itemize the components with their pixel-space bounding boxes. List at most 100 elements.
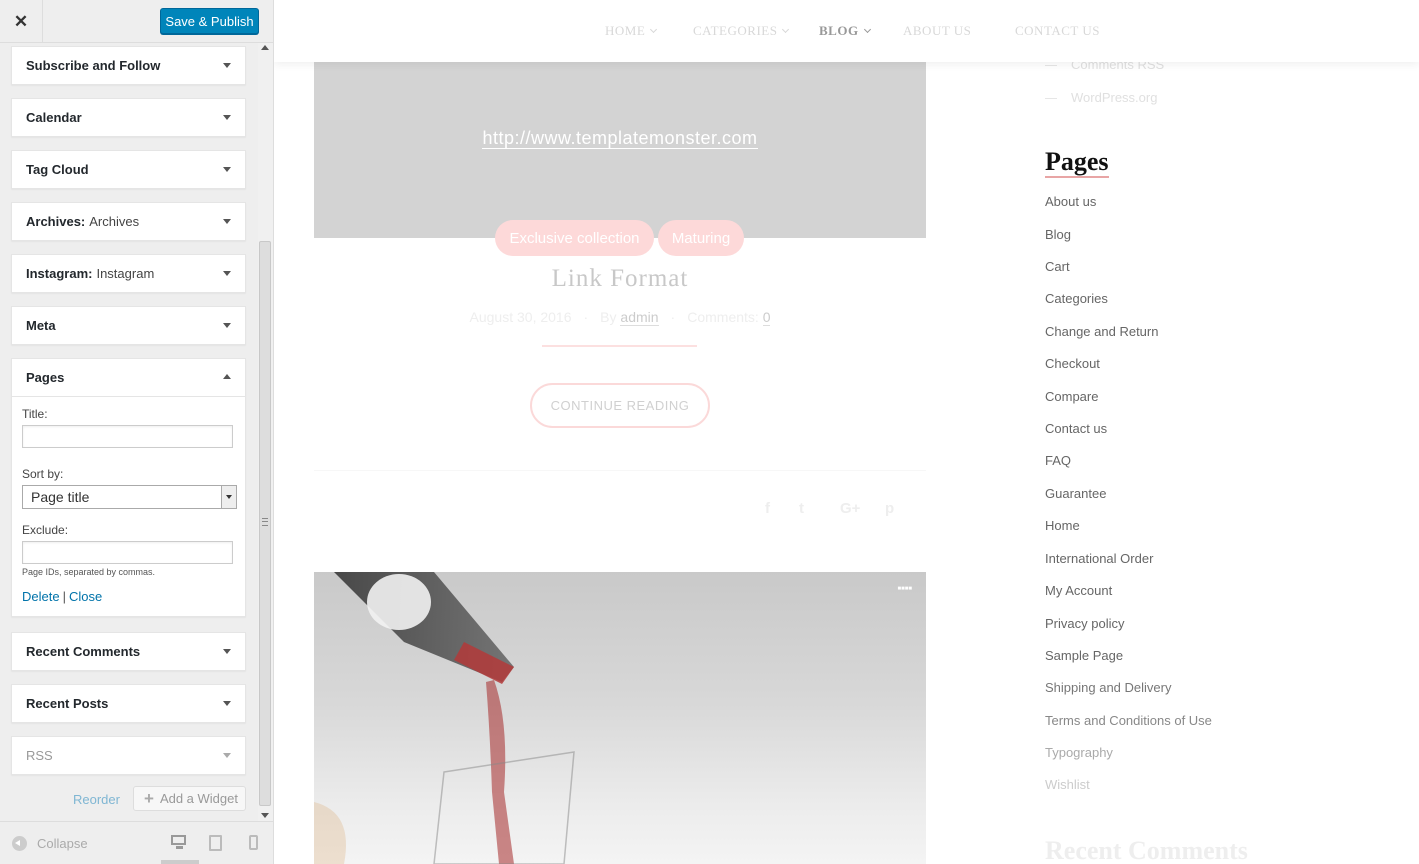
page-link[interactable]: Guarantee [1045, 486, 1106, 501]
widget-rss[interactable]: RSS [11, 736, 246, 775]
widget-recent-posts[interactable]: Recent Posts [11, 684, 246, 723]
nav-home[interactable]: HOME [605, 23, 658, 39]
widget-archives[interactable]: Archives: Archives [11, 202, 246, 241]
page-link[interactable]: International Order [1045, 551, 1153, 566]
page-link[interactable]: Privacy policy [1045, 616, 1124, 631]
expand-arrow-icon[interactable] [223, 323, 231, 328]
exclude-help-text: Page IDs, separated by commas. [22, 567, 156, 577]
site-preview: HOME CATEGORIES BLOG ABOUT US CONTACT US… [274, 0, 1419, 864]
page-link[interactable]: Checkout [1045, 356, 1100, 371]
expand-arrow-icon[interactable] [223, 753, 231, 758]
widget-header[interactable]: Archives: Archives [12, 203, 245, 240]
post-image-wine[interactable]: ■■■■ [314, 572, 926, 864]
nav-contact-us[interactable]: CONTACT US [1015, 23, 1100, 39]
page-link[interactable]: Home [1045, 518, 1080, 533]
page-link[interactable]: Cart [1045, 259, 1070, 274]
facebook-icon[interactable]: f [765, 500, 770, 517]
pinterest-icon[interactable]: p [885, 500, 894, 517]
title-input[interactable] [22, 425, 233, 448]
widget-recent-comments[interactable]: Recent Comments [11, 632, 246, 671]
post-link-url[interactable]: http://www.templatemonster.com [314, 128, 926, 149]
author-link[interactable]: admin [620, 309, 659, 326]
close-link[interactable]: Close [69, 589, 102, 604]
post-link-banner: http://www.templatemonster.com [314, 62, 926, 238]
widget-instagram[interactable]: Instagram: Instagram [11, 254, 246, 293]
widget-header[interactable]: Subscribe and Follow [12, 47, 245, 84]
page-link[interactable]: Typography [1045, 745, 1113, 760]
page-link[interactable]: About us [1045, 194, 1096, 209]
panel-scrollbar[interactable] [258, 43, 273, 821]
expand-arrow-icon[interactable] [223, 219, 231, 224]
expand-arrow-icon[interactable] [223, 271, 231, 276]
page-link[interactable]: Change and Return [1045, 324, 1158, 339]
expand-arrow-icon[interactable] [223, 115, 231, 120]
page-link[interactable]: Terms and Conditions of Use [1045, 713, 1212, 728]
tag-exclusive-collection[interactable]: Exclusive collection [495, 220, 654, 256]
expand-arrow-icon[interactable] [223, 649, 231, 654]
page-link[interactable]: Sample Page [1045, 648, 1123, 663]
expand-arrow-icon[interactable] [223, 63, 231, 68]
widget-actions: Delete | Close [22, 589, 231, 604]
widget-header[interactable]: Recent Comments [12, 633, 245, 670]
expand-arrow-icon[interactable] [223, 701, 231, 706]
delete-link[interactable]: Delete [22, 589, 60, 604]
widget-meta[interactable]: Meta [11, 306, 246, 345]
scroll-down-arrow-icon[interactable] [261, 813, 269, 818]
add-widget-button[interactable]: + Add a Widget [133, 786, 246, 811]
desktop-preview-icon[interactable] [171, 835, 187, 851]
widget-header[interactable]: Pages [12, 359, 245, 396]
reorder-link[interactable]: Reorder [73, 792, 120, 807]
by-label: By [600, 309, 617, 325]
twitter-icon[interactable]: t [799, 500, 804, 517]
nav-categories[interactable]: CATEGORIES [693, 23, 790, 39]
comments-label: Comments: [687, 309, 759, 325]
widget-subtitle: Instagram [96, 266, 155, 281]
widgets-panel: Subscribe and Follow Calendar Tag Cloud … [0, 43, 273, 821]
widget-title: Subscribe and Follow [26, 58, 161, 73]
chevron-down-icon [650, 25, 658, 34]
collapse-button[interactable]: Collapse [12, 836, 88, 851]
sort-by-select[interactable]: Page title [22, 485, 237, 509]
comments-count-link[interactable]: 0 [762, 309, 771, 326]
widget-tag-cloud[interactable]: Tag Cloud [11, 150, 246, 189]
page-link[interactable]: Wishlist [1045, 777, 1090, 792]
collapse-arrow-icon [12, 836, 27, 851]
widget-header[interactable]: Meta [12, 307, 245, 344]
tag-maturing[interactable]: Maturing [658, 220, 744, 256]
page-link[interactable]: Contact us [1045, 421, 1107, 436]
page-link[interactable]: Categories [1045, 291, 1108, 306]
collapse-arrow-icon[interactable] [223, 374, 231, 379]
widget-header[interactable]: Instagram: Instagram [12, 255, 245, 292]
post-title[interactable]: Link Format [314, 265, 926, 293]
widget-header[interactable]: Tag Cloud [12, 151, 245, 188]
exclude-label: Exclude: [22, 523, 69, 537]
customizer-header: ✕ Save & Publish [0, 0, 273, 43]
save-publish-button[interactable]: Save & Publish [160, 8, 259, 34]
mobile-preview-icon[interactable] [249, 835, 265, 851]
widget-header[interactable]: Calendar [12, 99, 245, 136]
nav-blog[interactable]: BLOG [819, 23, 871, 39]
exclude-input[interactable] [22, 541, 233, 564]
sidebar-meta-link[interactable]: WordPress.org [1045, 90, 1157, 105]
widget-calendar[interactable]: Calendar [11, 98, 246, 137]
tablet-preview-icon[interactable] [209, 835, 225, 851]
widget-header[interactable]: Recent Posts [12, 685, 245, 722]
scrollbar-thumb[interactable] [259, 241, 271, 806]
google-plus-icon[interactable]: G+ [840, 500, 860, 517]
page-link[interactable]: Shipping and Delivery [1045, 680, 1171, 695]
page-link[interactable]: Blog [1045, 227, 1071, 242]
scroll-up-arrow-icon[interactable] [261, 45, 269, 50]
widget-header[interactable]: RSS [12, 737, 245, 774]
widget-pages[interactable]: Pages Title: Sort by: Page title Exclude… [11, 358, 246, 617]
expand-arrow-icon[interactable] [223, 167, 231, 172]
page-link[interactable]: FAQ [1045, 453, 1071, 468]
close-customizer-button[interactable]: ✕ [0, 0, 43, 43]
widget-subscribe-follow[interactable]: Subscribe and Follow [11, 46, 246, 85]
dropdown-arrow-icon[interactable] [221, 486, 236, 508]
continue-reading-button[interactable]: CONTINUE READING [530, 383, 710, 428]
nav-about-us[interactable]: ABOUT US [903, 23, 971, 39]
page-link[interactable]: My Account [1045, 583, 1112, 598]
widget-subtitle: Archives [89, 214, 140, 229]
page-link[interactable]: Compare [1045, 389, 1098, 404]
post-meta: August 30, 2016 · By admin · Comments: 0 [314, 309, 926, 326]
